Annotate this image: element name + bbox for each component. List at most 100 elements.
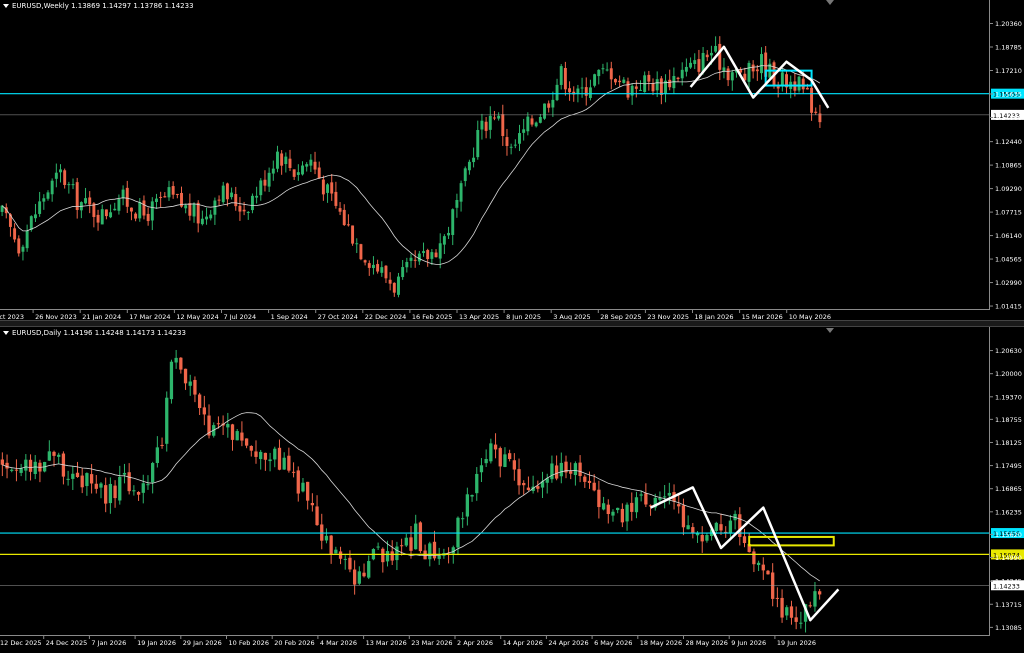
candle-body [718,43,722,70]
candle [497,112,501,121]
candle-body [503,454,507,467]
daily-chart-svg[interactable]: 1.156561.150741.142331.206301.200001.193… [0,327,1024,653]
candle-body [601,503,606,510]
candle [484,116,488,139]
candle-body [601,68,605,70]
candle-body [722,67,726,71]
candle-body [351,225,355,244]
candle [593,73,597,88]
candle [159,191,163,208]
candle-body [578,462,582,477]
candle-body [134,213,138,219]
candle [397,272,400,298]
candle-body [104,209,108,217]
candle-body [202,407,206,415]
candle-body [593,74,597,86]
candle [718,36,722,81]
candle-body [497,115,501,119]
candle [163,192,167,198]
candle [38,191,42,217]
candle-body [455,200,459,208]
candle-body [183,368,188,384]
candle [259,178,263,201]
panel-divider[interactable] [0,320,1024,327]
candle [240,421,244,447]
candle [317,161,321,179]
candle-body [484,458,488,464]
candle [799,611,803,629]
candle [277,439,282,471]
weekly-chart-panel[interactable]: 1.15656 1.14233 1.20360 1.18785 1.17210 1.156… [0,0,1024,320]
candle [512,453,516,481]
candle [205,207,209,225]
candle [609,61,613,90]
candle-body [296,470,300,494]
candle [755,64,759,81]
candle-body [583,476,587,482]
candle [226,412,230,438]
candle-body [371,264,375,269]
candle [92,202,96,228]
candle [174,349,178,369]
candle [672,67,676,94]
x-tick-label: 14 Apr 2026 [503,639,543,647]
candle-body [797,76,801,91]
candle-body [348,557,352,570]
candle [543,103,546,120]
candle [50,178,54,202]
candle [301,477,305,493]
candle [104,209,108,220]
weekly-chart-svg[interactable]: 1.156561.142331.203601.187851.172101.156… [0,0,1024,320]
candle [588,79,592,101]
candle [476,120,480,160]
candle-body [85,473,89,487]
daily-chart-panel[interactable]: 1.15656 1.15074 1.14233 1.20630 1.20000 1.193… [0,327,1024,653]
candle [601,496,606,511]
shift-marker-icon[interactable] [826,328,834,333]
candle [42,194,46,210]
candle-body [761,564,765,571]
candle [691,522,695,539]
candle [785,605,789,620]
candle-body [658,497,662,500]
candle [88,191,92,214]
candle-body [52,451,56,456]
candle-body [808,605,812,607]
candle-body [357,571,361,584]
candle-body [317,167,321,179]
candle-body [205,216,209,220]
candle [99,482,103,499]
candle-body [67,184,71,186]
candle [225,182,229,207]
candle-body [242,209,246,212]
candle-body [813,591,817,607]
chart-menu-icon[interactable] [3,331,9,335]
candle [160,437,164,449]
candle-body [651,83,655,92]
candle-body [413,259,417,261]
candle [470,494,474,502]
candle [507,449,512,462]
y-tick-label: 1.04565 [995,256,1022,264]
candle-body [742,536,747,544]
x-tick-label: 21 Jan 2024 [82,313,121,320]
candle-body [238,205,242,212]
candle-body [132,490,136,492]
candle-body [605,69,609,71]
candle [584,77,588,106]
shift-marker-icon[interactable] [826,0,834,5]
candle-body [584,87,588,96]
x-tick-label: 4 Mar 2026 [320,639,357,647]
candle-body [700,534,704,542]
candle-body [244,438,249,446]
candle [501,104,505,146]
candle-body [385,551,390,562]
chart-menu-icon[interactable] [3,4,9,8]
candle-body [810,87,814,113]
candle [171,181,175,199]
candle [446,547,451,564]
candle-body [63,170,67,185]
candle [775,587,780,608]
candle-body [121,189,125,199]
candle-body [282,457,286,470]
